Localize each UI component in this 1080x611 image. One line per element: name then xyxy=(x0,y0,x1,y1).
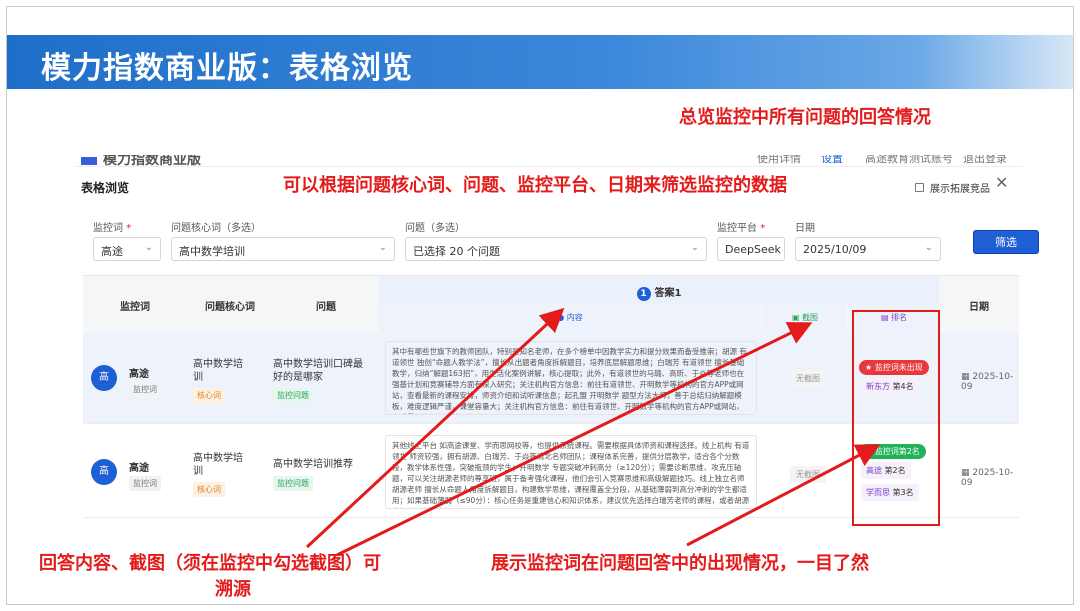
arrow-content xyxy=(305,307,565,549)
note-monitor-occurrence: 展示监控词在问题回答中的出现情况，一目了然 xyxy=(491,553,869,574)
arrow-ranking xyxy=(686,444,881,547)
note-traceable-2: 溯源 xyxy=(215,579,251,600)
annotation-arrows xyxy=(305,307,881,557)
note-traceable: 回答内容、截图（须在监控中勾选截图）可 xyxy=(39,553,381,574)
slide: 模力指数商业版：表格浏览 总览监控中所有问题的回答情况 模力指数商业版 使用详情… xyxy=(6,6,1074,605)
